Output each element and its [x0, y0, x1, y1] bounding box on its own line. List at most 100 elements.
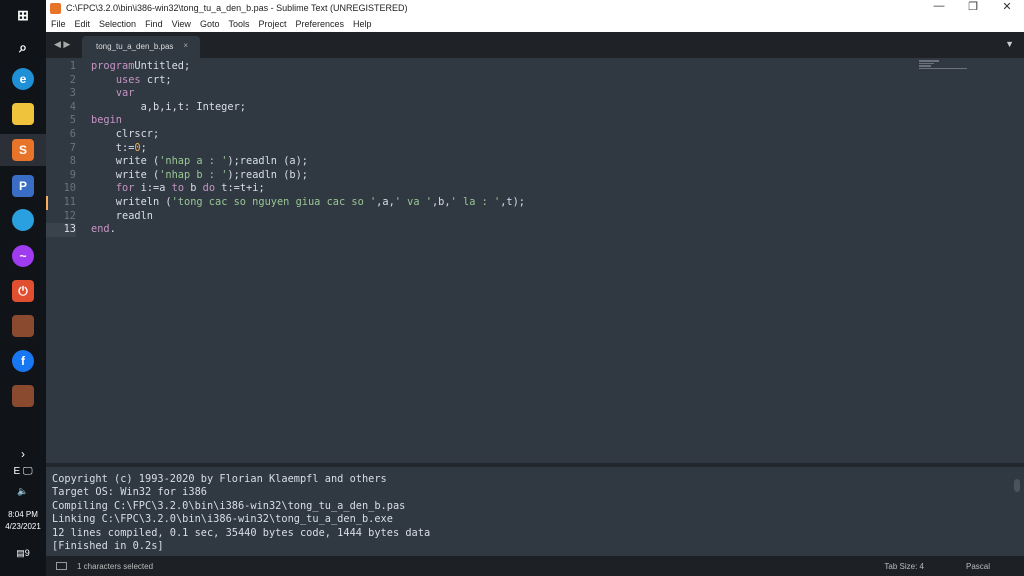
console-line: [Finished in 0.2s] — [52, 539, 164, 552]
line-number: 11 — [63, 195, 76, 208]
code-text: uses crt; — [76, 74, 172, 88]
code-token: for — [115, 182, 135, 195]
close-button[interactable]: ✕ — [990, 0, 1024, 13]
code-line[interactable]: 2 uses crt; — [46, 74, 1024, 88]
code-token: write ( — [91, 168, 160, 181]
search-icon[interactable]: ⌕ — [12, 36, 34, 58]
notifications-icon[interactable]: ▤9 — [0, 548, 46, 559]
console-line: Linking C:\FPC\3.2.0\bin\i386-win32\tong… — [52, 513, 393, 526]
code-token: var — [115, 87, 135, 100]
notification-count: 9 — [24, 548, 30, 558]
code-text: for i:=a to b do t:=t+i; — [76, 182, 265, 196]
code-line[interactable]: 13 end. — [46, 223, 1024, 237]
code-token: begin — [91, 114, 122, 127]
code-token: readln — [91, 209, 153, 222]
line-number: 1 — [69, 60, 76, 72]
code-token: a,b,i,t: Integer; — [91, 100, 246, 113]
code-token: );readln (a); — [227, 155, 308, 168]
menu-goto[interactable]: Goto — [200, 19, 220, 29]
code-text: write ('nhap b : ');readln (b); — [76, 169, 308, 183]
menu-edit[interactable]: Edit — [75, 19, 91, 29]
console-scrollbar[interactable] — [1014, 479, 1020, 493]
network-icon[interactable]: 🖵 — [23, 466, 33, 477]
code-line[interactable]: 11 writeln ('tong cac so nguyen giua cac… — [46, 195, 1024, 210]
menu-tools[interactable]: Tools — [228, 19, 249, 29]
minimap[interactable] — [919, 60, 969, 80]
panel-toggle-icon[interactable] — [56, 562, 67, 570]
code-editor[interactable]: 1 programUntitled; 2 uses crt; 3 var 4 a,b,i… — [46, 58, 1024, 463]
menu-file[interactable]: File — [51, 19, 66, 29]
code-token: write ( — [91, 155, 160, 168]
file-explorer-icon[interactable] — [12, 103, 34, 125]
menu-bar: File Edit Selection Find View Goto Tools Projec… — [46, 16, 1024, 32]
clock-time[interactable]: 8:04 PM — [0, 510, 46, 519]
build-output-panel[interactable]: Copyright (c) 1993-2020 by Florian Klaem… — [46, 463, 1024, 556]
line-number: 12 — [63, 209, 76, 222]
menu-help[interactable]: Help — [353, 19, 372, 29]
code-token: 'tong cac so nguyen giua cac so ' — [171, 195, 377, 208]
code-token: ,b, — [431, 195, 451, 208]
code-line[interactable]: 7 t:=0; — [46, 142, 1024, 156]
code-token: program — [91, 60, 135, 72]
code-line[interactable]: 4 a,b,i,t: Integer; — [46, 101, 1024, 115]
minimize-button[interactable]: — — [922, 0, 956, 13]
app-icon[interactable]: ⏻ — [12, 280, 34, 302]
syntax-mode[interactable]: Pascal — [966, 562, 990, 571]
code-line[interactable]: 5 begin — [46, 114, 1024, 128]
status-bar: 1 characters selected Tab Size: 4 Pascal — [46, 556, 1024, 576]
sublime-text-icon[interactable]: S — [12, 139, 34, 161]
app-icon[interactable] — [12, 209, 34, 231]
chevron-up-icon[interactable]: › — [0, 447, 46, 461]
code-token: b — [184, 182, 203, 195]
messenger-icon[interactable]: ~ — [12, 245, 34, 267]
tab-dropdown-icon[interactable]: ▼ — [1005, 39, 1014, 49]
game-icon[interactable] — [12, 385, 34, 407]
code-text: programUntitled; — [76, 60, 190, 74]
code-text: begin — [76, 114, 122, 128]
code-line[interactable]: 3 var — [46, 87, 1024, 101]
tab-nav-arrows[interactable]: ◀ ▶ — [54, 39, 70, 50]
code-line[interactable]: 10 for i:=a to b do t:=t+i; — [46, 182, 1024, 196]
facebook-icon[interactable]: f — [12, 350, 34, 372]
tab-bar: ◀ ▶ tong_tu_a_den_b.pas × ▼ — [46, 32, 1024, 58]
line-number: 4 — [69, 100, 76, 113]
menu-project[interactable]: Project — [258, 19, 286, 29]
code-line[interactable]: 12 readln — [46, 210, 1024, 224]
code-token: uses — [115, 73, 141, 86]
menu-view[interactable]: View — [172, 19, 191, 29]
code-text: readln — [76, 210, 153, 224]
maximize-button[interactable]: ❐ — [956, 0, 990, 13]
code-token: );readln (b); — [227, 168, 308, 181]
code-token: ' va ' — [394, 195, 432, 208]
code-token: . — [109, 223, 116, 236]
menu-selection[interactable]: Selection — [99, 19, 136, 29]
code-token: Untitled; — [134, 60, 191, 72]
volume-icon[interactable]: 🔈 — [0, 486, 46, 497]
line-number: 2 — [69, 73, 76, 86]
app-icon[interactable]: P — [12, 175, 34, 197]
code-token: crt; — [140, 73, 172, 86]
code-line[interactable]: 1 programUntitled; — [46, 60, 1024, 74]
code-line[interactable]: 8 write ('nhap a : ');readln (a); — [46, 155, 1024, 169]
game-icon[interactable] — [12, 315, 34, 337]
code-text: write ('nhap a : ');readln (a); — [76, 155, 308, 169]
code-token: i:=a — [134, 182, 172, 195]
line-number: 5 — [69, 114, 76, 127]
tab-size[interactable]: Tab Size: 4 — [884, 562, 924, 571]
code-token: ,a, — [376, 195, 395, 208]
code-token: t:=t+i; — [215, 182, 265, 195]
taskbar: ⊞ ⌕ e S P ~ ⏻ f › E 🖵 🔈 8:04 PM 4/23/202… — [0, 0, 46, 576]
code-line[interactable]: 6 clrscr; — [46, 128, 1024, 142]
language-indicator[interactable]: E — [13, 466, 20, 477]
clock-date[interactable]: 4/23/2021 — [0, 522, 46, 531]
menu-preferences[interactable]: Preferences — [295, 19, 344, 29]
windows-start-icon[interactable]: ⊞ — [12, 4, 34, 26]
modified-marker — [46, 195, 48, 210]
tab-file[interactable]: tong_tu_a_den_b.pas × — [82, 36, 200, 58]
code-line[interactable]: 9 write ('nhap b : ');readln (b); — [46, 169, 1024, 183]
menu-find[interactable]: Find — [145, 19, 163, 29]
edge-icon[interactable]: e — [12, 68, 34, 90]
close-tab-icon[interactable]: × — [183, 41, 188, 50]
